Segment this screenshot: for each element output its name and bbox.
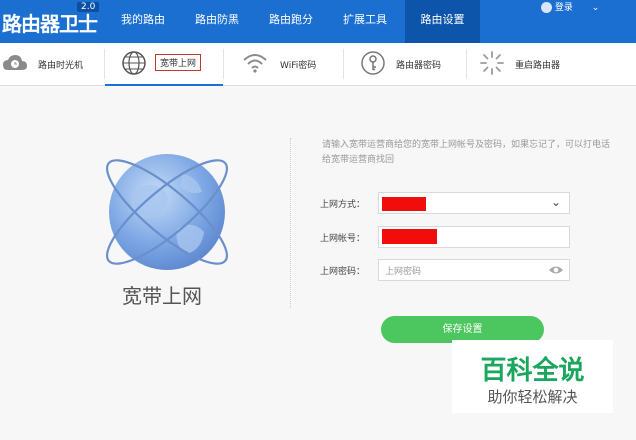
watermark-title: 百科全说 bbox=[480, 356, 585, 386]
redacted-value bbox=[382, 229, 437, 244]
tab-label: 路由时光机 bbox=[38, 61, 84, 71]
nav-anti-hack[interactable]: 路由防黑 bbox=[181, 0, 253, 43]
password-input[interactable]: 上网密码 bbox=[378, 259, 570, 281]
redacted-value bbox=[382, 197, 426, 211]
connection-method-select[interactable]: ⌄ bbox=[378, 192, 570, 214]
settings-tab-bar: 路由时光机 宽带上网 WiFi密码 路由器密码 重启路由器 bbox=[0, 43, 636, 86]
nav-my-router[interactable]: 我的路由 bbox=[107, 0, 179, 43]
chevron-down-icon[interactable]: ⌄ bbox=[592, 3, 600, 13]
panel-divider bbox=[290, 138, 291, 308]
app-title: 路由器卫士 bbox=[2, 12, 98, 36]
broadband-globe-illustration bbox=[105, 154, 229, 270]
tab-router-password[interactable]: 路由器密码 bbox=[344, 43, 466, 85]
login-label: 登录 bbox=[554, 3, 573, 13]
key-icon bbox=[361, 51, 385, 75]
restart-icon bbox=[480, 51, 504, 75]
tab-restart-router[interactable]: 重启路由器 bbox=[467, 43, 597, 85]
nav-extensions[interactable]: 扩展工具 bbox=[329, 0, 401, 43]
chevron-down-icon: ⌄ bbox=[550, 195, 561, 209]
login-area[interactable]: 登录 ⌄ bbox=[541, 0, 599, 13]
wifi-icon bbox=[243, 54, 267, 73]
cloud-clock-icon bbox=[3, 55, 27, 70]
save-settings-button[interactable]: 保存设置 bbox=[381, 316, 544, 343]
password-label: 上网密码： bbox=[320, 267, 366, 277]
tab-label: WiFi密码 bbox=[280, 61, 317, 71]
instruction-text: 请输入宽带运营商给您的宽带上网帐号及密码，如果忘记了，可以打电话给宽带运营商找回 bbox=[322, 140, 611, 165]
password-placeholder: 上网密码 bbox=[385, 267, 422, 277]
version-badge: 2.0 bbox=[77, 2, 100, 12]
method-label: 上网方式： bbox=[320, 200, 366, 210]
tab-wifi-password[interactable]: WiFi密码 bbox=[224, 43, 342, 85]
nav-speed-test[interactable]: 路由跑分 bbox=[255, 0, 327, 43]
account-input[interactable] bbox=[378, 226, 570, 248]
tab-router-time-machine[interactable]: 路由时光机 bbox=[0, 43, 104, 85]
nav-router-settings[interactable]: 路由设置 bbox=[405, 0, 480, 43]
globe-icon bbox=[122, 51, 146, 75]
watermark-subtitle: 助你轻松解决 bbox=[487, 388, 578, 406]
eye-icon[interactable] bbox=[548, 265, 564, 275]
account-label: 上网帐号： bbox=[320, 234, 366, 244]
avatar bbox=[541, 2, 552, 13]
tab-label: 路由器密码 bbox=[396, 61, 442, 71]
tab-broadband[interactable]: 宽带上网 bbox=[105, 43, 223, 86]
top-navigation-bar: 路由器卫士 2.0 我的路由 路由防黑 路由跑分 扩展工具 路由设置 登录 ⌄ bbox=[0, 0, 636, 43]
panel-caption: 宽带上网 bbox=[122, 284, 202, 308]
tab-label: 宽带上网 bbox=[155, 54, 202, 71]
tab-label: 重启路由器 bbox=[515, 61, 561, 71]
watermark-logo: 百科全说 助你轻松解决 bbox=[452, 340, 613, 413]
